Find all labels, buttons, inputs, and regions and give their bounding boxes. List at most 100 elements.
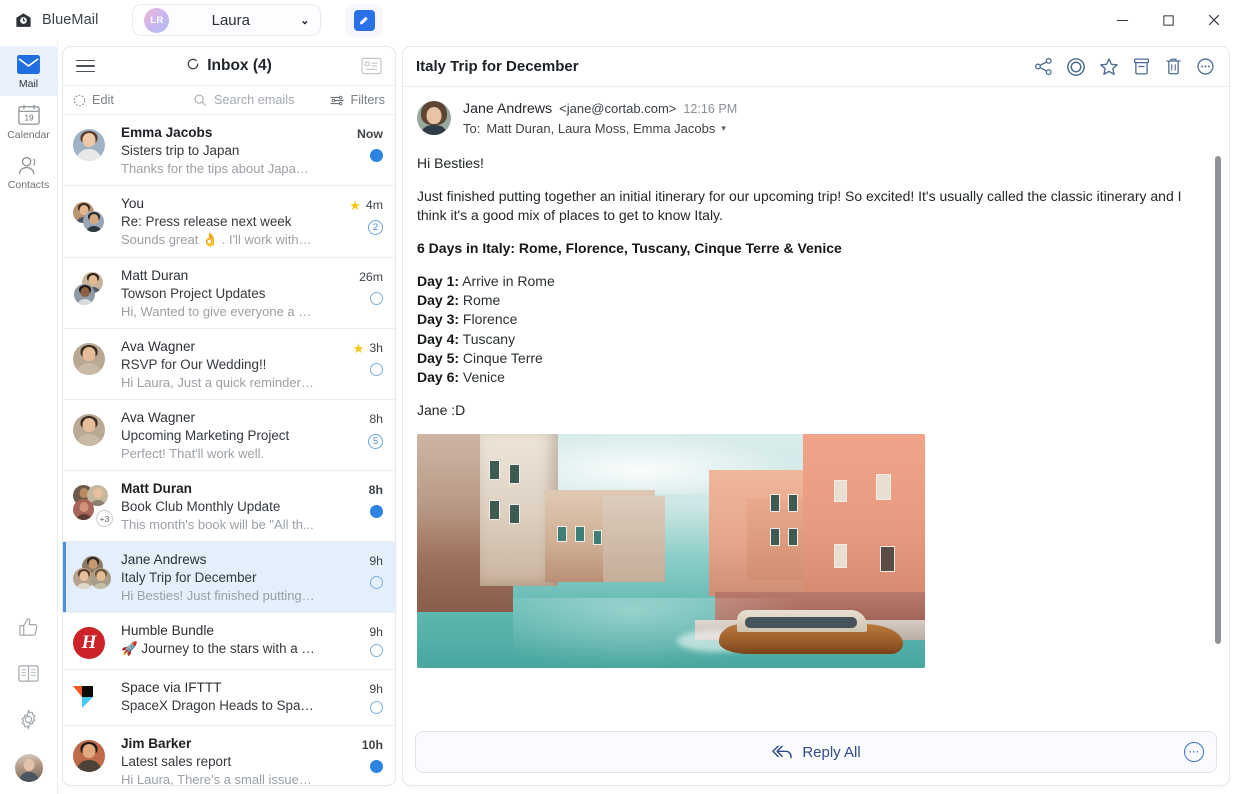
sidebar-item-label: Contacts xyxy=(8,179,49,191)
thumbs-up-icon[interactable] xyxy=(17,616,40,639)
filters-button[interactable]: Filters xyxy=(330,93,385,107)
status-badge[interactable] xyxy=(370,292,383,305)
water-taxi xyxy=(719,606,903,654)
day-value: Rome xyxy=(463,292,500,308)
email-list[interactable]: Emma Jacobs Sisters trip to Japan Thanks… xyxy=(63,115,395,785)
reader-header: Italy Trip for December xyxy=(403,47,1229,87)
table-row[interactable]: H Humble Bundle 🚀 Journey to the stars w… xyxy=(63,613,395,670)
avatar-overflow-count: +3 xyxy=(96,510,113,527)
table-row[interactable]: +3 Matt Duran Book Club Monthly Update T… xyxy=(63,471,395,542)
day-label: Day 4: xyxy=(417,331,459,347)
email-time: 8h xyxy=(369,483,383,497)
email-preview: Hi Besties! Just finished putting t... xyxy=(121,588,315,603)
email-time: 4m xyxy=(366,198,383,212)
edit-label: Edit xyxy=(92,93,114,107)
email-sender: You xyxy=(121,196,315,211)
humble-bundle-logo: H xyxy=(73,627,105,659)
minimize-button[interactable] xyxy=(1099,0,1145,40)
table-row[interactable]: Ava Wagner RSVP for Our Wedding!! Hi Lau… xyxy=(63,329,395,400)
day-value: Arrive in Rome xyxy=(462,273,555,289)
email-sender: Emma Jacobs xyxy=(121,125,315,140)
avatar xyxy=(73,339,111,383)
reply-all-button[interactable]: Reply All ⋯ xyxy=(415,731,1217,773)
share-icon[interactable] xyxy=(1034,57,1053,76)
day-label: Day 1: xyxy=(417,273,459,289)
avatar xyxy=(73,680,111,714)
sidebar-item-mail[interactable]: Mail xyxy=(0,46,58,96)
star-icon[interactable]: ★ xyxy=(349,199,361,212)
recipients-row[interactable]: To: Matt Duran, Laura Moss, Emma Jacobs … xyxy=(463,121,737,136)
sidebar-item-calendar[interactable]: 19 Calendar xyxy=(0,96,58,147)
gear-icon[interactable] xyxy=(17,708,40,731)
edit-circle-icon xyxy=(73,94,86,107)
sidebar-item-contacts[interactable]: Contacts xyxy=(0,147,58,197)
avatar xyxy=(73,196,111,240)
sidebar-item-label: Calendar xyxy=(7,129,50,141)
list-view-icon[interactable] xyxy=(361,57,382,75)
archive-icon[interactable] xyxy=(1132,57,1151,76)
table-row[interactable]: You Re: Press release next week Sounds g… xyxy=(63,186,395,258)
trash-icon[interactable] xyxy=(1164,57,1183,76)
mark-unread-icon[interactable] xyxy=(1066,57,1086,77)
news-icon[interactable] xyxy=(17,662,40,685)
status-badge[interactable] xyxy=(370,576,383,589)
email-subject: Sisters trip to Japan xyxy=(121,143,315,158)
scrollbar-thumb[interactable] xyxy=(1215,156,1221,644)
email-subject: Book Club Monthly Update xyxy=(121,499,315,514)
more-icon[interactable] xyxy=(1196,57,1215,76)
star-icon[interactable]: ★ xyxy=(353,342,365,355)
venice-canal-photo xyxy=(417,434,925,668)
email-meta: 9h xyxy=(325,623,383,660)
table-row[interactable]: Emma Jacobs Sisters trip to Japan Thanks… xyxy=(63,115,395,186)
status-badge[interactable] xyxy=(370,505,383,518)
email-summary: Matt Duran Book Club Monthly Update This… xyxy=(121,481,315,532)
search-input[interactable]: Search emails xyxy=(157,93,330,107)
calendar-icon: 19 xyxy=(17,104,41,126)
account-switcher[interactable]: LR Laura ⌄ xyxy=(132,4,321,36)
email-time: Now xyxy=(357,127,383,141)
reply-options-button[interactable]: ⋯ xyxy=(1184,742,1204,762)
email-subject: Upcoming Marketing Project xyxy=(121,428,315,443)
reader-actions xyxy=(1034,57,1215,77)
status-badge[interactable] xyxy=(370,701,383,714)
email-meta: 8h xyxy=(325,481,383,532)
table-row[interactable]: Ava Wagner Upcoming Marketing Project Pe… xyxy=(63,400,395,471)
close-button[interactable] xyxy=(1191,0,1237,40)
email-timestamp: 12:16 PM xyxy=(683,102,737,116)
email-sender: Space via IFTTT xyxy=(121,680,315,695)
edit-button[interactable]: Edit xyxy=(73,93,157,107)
star-icon[interactable] xyxy=(1099,57,1119,77)
avatar xyxy=(73,268,111,312)
page-title: Italy Trip for December xyxy=(416,58,579,75)
status-badge[interactable] xyxy=(370,760,383,773)
thread-count-badge: 5 xyxy=(368,434,383,449)
reply-all-label: Reply All xyxy=(802,744,860,761)
email-list-pane: Inbox (4) Edit xyxy=(62,46,396,786)
day-label: Day 2: xyxy=(417,292,459,308)
chevron-down-icon[interactable]: ▾ xyxy=(721,123,726,134)
status-badge[interactable] xyxy=(370,363,383,376)
table-row[interactable]: Jim Barker Latest sales report Hi Laura,… xyxy=(63,726,395,785)
profile-avatar[interactable] xyxy=(15,754,43,782)
status-badge[interactable] xyxy=(370,149,383,162)
window-controls xyxy=(1099,0,1237,40)
status-badge[interactable] xyxy=(370,644,383,657)
day-label: Day 3: xyxy=(417,311,459,327)
maximize-button[interactable] xyxy=(1145,0,1191,40)
day-value: Venice xyxy=(463,369,505,385)
search-placeholder: Search emails xyxy=(214,93,294,107)
email-summary: Jane Andrews Italy Trip for December Hi … xyxy=(121,552,315,603)
table-row-selected[interactable]: Jane Andrews Italy Trip for December Hi … xyxy=(63,542,395,613)
itinerary-list: Day 1: Arrive in Rome Day 2: Rome Day 3:… xyxy=(417,272,1201,387)
table-row[interactable]: Matt Duran Towson Project Updates Hi, Wa… xyxy=(63,258,395,329)
table-row[interactable]: Space via IFTTT SpaceX Dragon Heads to S… xyxy=(63,670,395,726)
list-item: Day 1: Arrive in Rome xyxy=(417,272,1201,291)
sender-name: Jane Andrews xyxy=(463,101,552,117)
hamburger-icon[interactable] xyxy=(76,60,95,73)
rail-bottom-actions xyxy=(15,616,43,794)
avatar: H xyxy=(73,623,111,657)
body-greeting: Hi Besties! xyxy=(417,154,1201,173)
email-sender: Ava Wagner xyxy=(121,410,315,425)
sender-email: <jane@cortab.com> xyxy=(559,101,676,116)
compose-button[interactable] xyxy=(345,4,383,37)
